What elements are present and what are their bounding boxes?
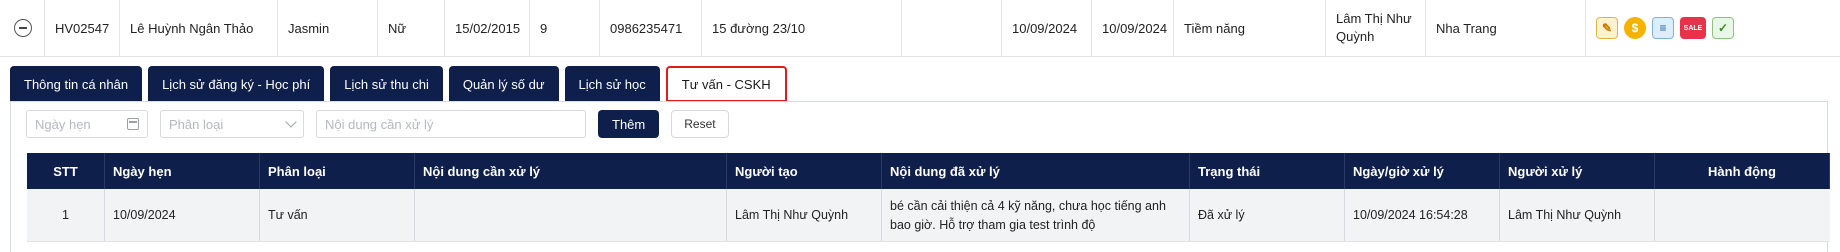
cell-processed-content: bé cần cải thiện cả 4 kỹ năng, chưa học …: [882, 189, 1190, 241]
grade: 9: [530, 0, 600, 57]
processed-content-line-2: bao giờ. Hỗ trợ tham gia test trình độ: [890, 218, 1096, 232]
counselor-line-1: Lâm Thị Như: [1336, 11, 1412, 26]
tab-personal-info[interactable]: Thông tin cá nhân: [10, 66, 143, 102]
cell-status: Đã xử lý: [1190, 189, 1345, 241]
type-select-placeholder: Phân loại: [169, 116, 224, 132]
date-of-birth: 15/02/2015: [445, 0, 530, 57]
student-record-row: HV02547 Lê Huỳnh Ngân Thảo Jasmin Nữ 15/…: [0, 0, 1840, 57]
type-select[interactable]: Phân loại: [160, 110, 304, 138]
cell-type: Tư vấn: [260, 189, 415, 241]
record-actions: ✎ $ ≡ SALE ✓: [1586, 17, 1734, 39]
cell-appointment-date: 10/09/2024: [105, 189, 260, 241]
header-stt: STT: [27, 153, 105, 189]
cell-handler: Lâm Thị Như Quỳnh: [1500, 189, 1655, 241]
edit-icon[interactable]: ✎: [1596, 17, 1618, 39]
content-field[interactable]: [316, 110, 586, 138]
phone: 0986235471: [600, 0, 702, 57]
tab-consulting-cskh[interactable]: Tư vấn - CSKH: [665, 66, 787, 102]
branch: Nha Trang: [1426, 0, 1586, 57]
reset-button[interactable]: Reset: [671, 110, 729, 138]
cell-actions: [1655, 189, 1830, 241]
counselor: Lâm Thị Như Quỳnh: [1326, 0, 1426, 57]
graduation-icon[interactable]: ✓: [1712, 17, 1734, 39]
header-creator: Người tạo: [727, 153, 882, 189]
student-status: Tiềm năng: [1174, 0, 1326, 57]
appointment-date-input[interactable]: [35, 116, 128, 132]
counselor-line-2: Quỳnh: [1336, 29, 1375, 44]
table-row: 1 10/09/2024 Tư vấn Lâm Thị Như Quỳnh bé…: [27, 189, 1830, 242]
cell-creator: Lâm Thị Như Quỳnh: [727, 189, 882, 241]
header-appointment-date: Ngày hẹn: [105, 153, 260, 189]
date-1: 10/09/2024: [1002, 0, 1092, 57]
consulting-table: STT Ngày hẹn Phân loại Nội dung cần xử l…: [27, 153, 1830, 242]
table-header: STT Ngày hẹn Phân loại Nội dung cần xử l…: [27, 153, 1830, 189]
appointment-date-picker[interactable]: [26, 110, 148, 138]
english-name: Jasmin: [278, 0, 378, 57]
collapse-icon[interactable]: [14, 19, 32, 37]
processed-content-line-1: bé cần cải thiện cả 4 kỹ năng, chưa học …: [890, 199, 1166, 213]
detail-tabs: Thông tin cá nhân Lịch sử đăng ký - Học …: [10, 66, 787, 102]
add-button[interactable]: Thêm: [598, 110, 660, 138]
collapse-cell: [0, 0, 45, 57]
header-status: Trạng thái: [1190, 153, 1345, 189]
cell-processed-time: 10/09/2024 16:54:28: [1345, 189, 1500, 241]
tab-payment-history[interactable]: Lịch sử thu chi: [330, 66, 443, 102]
cell-content: [415, 189, 727, 241]
calendar-icon: [127, 118, 139, 130]
student-code: HV02547: [45, 0, 120, 57]
header-processed-content: Nội dung đã xử lý: [882, 153, 1190, 189]
address: 15 đường 23/10: [702, 0, 902, 57]
gender: Nữ: [378, 0, 445, 57]
chevron-down-icon: [285, 116, 297, 128]
tab-balance[interactable]: Quản lý số dư: [448, 66, 559, 102]
header-handler: Người xử lý: [1500, 153, 1655, 189]
tab-study-history[interactable]: Lịch sử học: [564, 66, 660, 102]
student-name: Lê Huỳnh Ngân Thảo: [120, 0, 278, 57]
filter-bar: Phân loại Thêm Reset: [26, 110, 729, 138]
document-icon[interactable]: ≡: [1652, 17, 1674, 39]
cell-stt: 1: [27, 189, 105, 241]
sale-tag-icon[interactable]: SALE: [1680, 17, 1706, 39]
header-processed-time: Ngày/giờ xử lý: [1345, 153, 1500, 189]
content-input[interactable]: [325, 116, 577, 132]
extra-field: [902, 0, 1002, 57]
header-content: Nội dung cần xử lý: [415, 153, 727, 189]
coin-icon[interactable]: $: [1624, 17, 1646, 39]
tab-registration-history[interactable]: Lịch sử đăng ký - Học phí: [148, 66, 325, 102]
header-type: Phân loại: [260, 153, 415, 189]
header-actions: Hành động: [1655, 153, 1830, 189]
date-2: 10/09/2024: [1092, 0, 1174, 57]
